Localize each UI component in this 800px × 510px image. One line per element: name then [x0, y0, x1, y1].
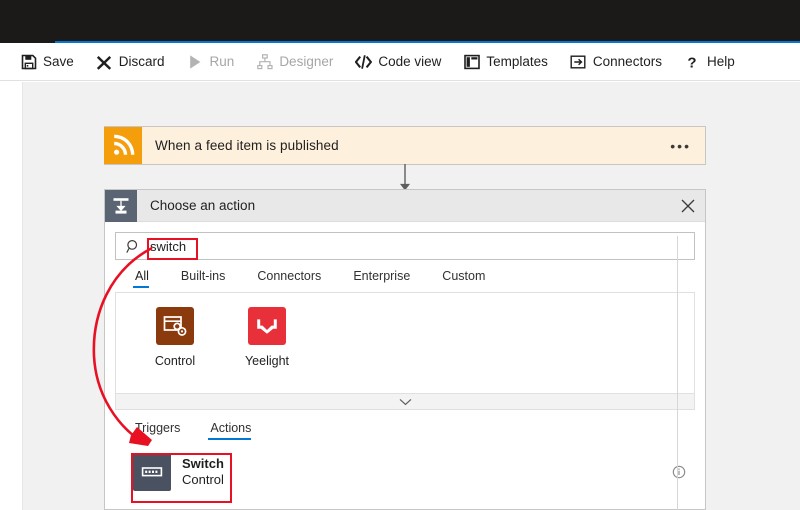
- canvas-gutter: [0, 82, 22, 510]
- discard-button[interactable]: Discard: [94, 47, 176, 77]
- templates-button[interactable]: Templates: [461, 47, 559, 77]
- tab-custom-label: Custom: [442, 269, 486, 283]
- chevron-down-icon: [399, 393, 412, 411]
- panel-scroll-divider: [677, 236, 678, 510]
- result-list: Switch Control: [105, 444, 705, 500]
- control-icon: [156, 307, 194, 345]
- tab-custom[interactable]: Custom: [440, 269, 499, 288]
- switch-icon: [133, 453, 171, 491]
- help-icon: ?: [684, 53, 701, 70]
- help-label: Help: [706, 54, 735, 69]
- designer-label: Designer: [279, 54, 334, 69]
- code-view-icon: [355, 53, 373, 70]
- search-icon: [124, 239, 142, 254]
- tab-triggers[interactable]: Triggers: [133, 421, 186, 440]
- tab-built-ins[interactable]: Built-ins: [179, 269, 239, 288]
- search-area: [105, 222, 705, 260]
- tab-all[interactable]: All: [133, 269, 163, 288]
- discard-icon: [96, 53, 113, 70]
- search-input[interactable]: [142, 237, 694, 255]
- choose-an-action-panel: Choose an action All: [104, 189, 706, 510]
- run-button[interactable]: Run: [185, 47, 246, 77]
- tab-enterprise[interactable]: Enterprise: [351, 269, 424, 288]
- save-icon: [20, 53, 37, 70]
- help-button[interactable]: ? Help: [682, 47, 746, 77]
- flow-connector-arrow: [392, 164, 418, 192]
- trigger-title: When a feed item is published: [155, 138, 339, 153]
- category-tab-list: All Built-ins Connectors Enterprise Cust…: [105, 260, 705, 288]
- close-icon[interactable]: [671, 190, 705, 222]
- panel-title: Choose an action: [150, 198, 256, 213]
- list-item[interactable]: Switch Control: [105, 444, 705, 500]
- designer-button[interactable]: Designer: [254, 47, 344, 77]
- result-subtitle: Control: [182, 472, 224, 487]
- connector-tile-yeelight[interactable]: Yeelight: [238, 307, 296, 393]
- tab-connectors-label: Connectors: [257, 269, 322, 283]
- command-toolbar: Save Discard Run Designer Code view Temp…: [0, 43, 800, 81]
- list-item-text: Switch Control: [171, 456, 669, 488]
- app-root: Save Discard Run Designer Code view Temp…: [0, 0, 800, 510]
- tab-actions-label: Actions: [210, 421, 252, 435]
- designer-icon: [256, 53, 273, 70]
- search-box[interactable]: [115, 232, 695, 260]
- result-title: Switch: [182, 456, 224, 471]
- window-chrome-bar: [0, 0, 800, 43]
- connector-tile-control-label: Control: [154, 354, 196, 368]
- tab-actions[interactable]: Actions: [208, 421, 257, 440]
- templates-icon: [463, 53, 480, 70]
- expand-connectors-button[interactable]: [115, 393, 695, 410]
- connector-grid: Control Yeelight: [115, 292, 695, 393]
- trigger-overflow-button[interactable]: •••: [670, 139, 705, 153]
- yeelight-icon: [248, 307, 286, 345]
- save-label: Save: [43, 54, 74, 69]
- trigger-card[interactable]: When a feed item is published •••: [104, 126, 706, 165]
- result-tab-list: Triggers Actions: [105, 410, 705, 440]
- code-view-label: Code view: [378, 54, 442, 69]
- svg-text:?: ?: [688, 54, 697, 70]
- connectors-icon: [570, 53, 587, 70]
- run-icon: [187, 53, 204, 70]
- connectors-button[interactable]: Connectors: [568, 47, 673, 77]
- connector-tile-yeelight-label: Yeelight: [244, 354, 290, 368]
- rss-icon: [104, 127, 142, 164]
- run-label: Run: [209, 54, 235, 69]
- tab-all-label: All: [135, 269, 149, 283]
- tab-triggers-label: Triggers: [135, 421, 181, 435]
- connector-tile-control[interactable]: Control: [146, 307, 204, 393]
- insert-action-icon: [105, 189, 137, 222]
- discard-label: Discard: [118, 54, 165, 69]
- code-view-button[interactable]: Code view: [353, 47, 452, 77]
- save-button[interactable]: Save: [18, 47, 85, 77]
- templates-label: Templates: [486, 54, 548, 69]
- info-icon[interactable]: [669, 465, 689, 479]
- tab-built-ins-label: Built-ins: [180, 269, 226, 283]
- tab-connectors[interactable]: Connectors: [255, 269, 335, 288]
- panel-header: Choose an action: [105, 189, 705, 222]
- connectors-label: Connectors: [592, 54, 662, 69]
- tab-enterprise-label: Enterprise: [353, 269, 411, 283]
